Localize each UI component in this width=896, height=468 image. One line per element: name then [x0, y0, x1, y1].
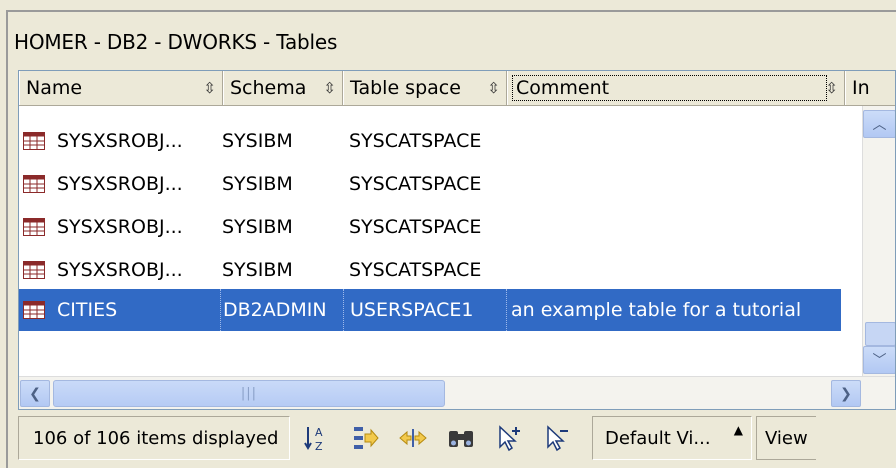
column-header-name[interactable]: Name ⇳	[19, 71, 223, 105]
name-cell: SYSXSROBJ...	[19, 206, 220, 248]
select-add-button[interactable]	[488, 418, 530, 458]
select-add-icon	[499, 425, 520, 452]
table-icon	[23, 218, 45, 236]
column-header-schema[interactable]: Schema ⇳	[223, 71, 343, 105]
tablespace-cell: SYSCATSPACE	[349, 173, 482, 195]
schema-cell: SYSIBM	[222, 259, 293, 281]
column-header-label: Comment	[511, 75, 828, 101]
tablespace-cell: USERSPACE1	[343, 289, 506, 331]
column-header-label: Name	[26, 77, 83, 99]
table-name: SYSXSROBJ...	[57, 130, 183, 152]
scroll-up-button[interactable]: ︿	[863, 110, 895, 138]
table-name: SYSXSROBJ...	[57, 173, 183, 195]
sort-button[interactable]: AZ	[296, 418, 338, 458]
sort-arrows-icon: ⇳	[323, 79, 336, 97]
sort-arrows-icon: ⇳	[487, 79, 500, 97]
schema-cell: SYSIBM	[222, 216, 293, 238]
name-cell: CITIES	[19, 289, 220, 331]
column-header-comment[interactable]: Comment ⇳	[507, 71, 845, 105]
sort-arrows-icon: ⇳	[203, 79, 216, 97]
comment-cell	[506, 120, 841, 162]
table-row[interactable]: SYSXSROBJ... SYSIBM SYSCATSPACE	[19, 120, 841, 162]
table-icon	[23, 132, 45, 150]
vertical-scroll-thumb[interactable]	[865, 322, 895, 346]
view-select-value: Default Vi...	[605, 427, 711, 449]
filter-button[interactable]	[344, 418, 386, 458]
tablespace-cell: SYSCATSPACE	[349, 216, 482, 238]
columns-button[interactable]	[392, 418, 434, 458]
chevron-down-icon: ﹀	[872, 353, 887, 369]
table-row[interactable]: SYSXSROBJ... SYSIBM SYSCATSPACE	[19, 163, 841, 205]
view-button-label: View	[765, 427, 808, 449]
table-name: SYSXSROBJ...	[57, 216, 183, 238]
chevron-right-icon: ❯	[840, 385, 852, 402]
name-cell: SYSXSROBJ...	[19, 163, 220, 205]
chevron-up-icon: ︿	[872, 117, 887, 133]
table-name: SYSXSROBJ...	[57, 259, 183, 281]
view-select[interactable]: Default Vi... ▲	[592, 416, 752, 460]
scroll-right-button[interactable]: ❯	[831, 380, 861, 407]
table-icon	[23, 175, 45, 193]
column-header-row: Name ⇳ Schema ⇳ Table space ⇳ Comment ⇳ …	[19, 71, 895, 106]
chevron-left-icon: ❮	[29, 385, 41, 402]
grip-icon: |||	[240, 386, 258, 401]
triangle-up-icon: ▲	[733, 423, 743, 437]
svg-text:A: A	[315, 426, 323, 439]
column-header-tablespace[interactable]: Table space ⇳	[343, 71, 507, 105]
table-icon	[23, 301, 45, 319]
name-cell: SYSXSROBJ...	[19, 120, 220, 162]
select-remove-button[interactable]	[536, 418, 578, 458]
status-bar: 106 of 106 items displayed AZ Default Vi…	[18, 412, 896, 464]
table-row[interactable]: SYSXSROBJ... SYSIBM SYSCATSPACE	[19, 206, 841, 248]
column-header-in[interactable]: In	[845, 71, 895, 105]
comment-cell: an example table for a tutorial	[506, 289, 841, 331]
vertical-scrollbar[interactable]: ︿ ﹀	[862, 106, 895, 376]
column-header-label: Table space	[350, 77, 461, 99]
schema-cell: SYSIBM	[222, 130, 293, 152]
tablespace-cell: SYSCATSPACE	[349, 259, 482, 281]
table-row-selected[interactable]: CITIES DB2ADMIN USERSPACE1 an example ta…	[19, 289, 841, 331]
comment-cell	[506, 163, 841, 205]
filter-icon	[354, 427, 379, 449]
svg-text:Z: Z	[315, 440, 323, 453]
schema-cell: SYSIBM	[222, 173, 293, 195]
title-bar: HOMER - DB2 - DWORKS - Tables	[6, 12, 896, 72]
window-title: HOMER - DB2 - DWORKS - Tables	[14, 30, 338, 54]
scroll-left-button[interactable]: ❮	[20, 380, 50, 407]
table-icon	[23, 261, 45, 279]
find-icon	[449, 431, 473, 447]
name-cell: SYSXSROBJ...	[19, 249, 220, 291]
tablespace-cell: SYSCATSPACE	[349, 130, 482, 152]
view-button[interactable]: View	[756, 416, 816, 460]
comment-cell	[506, 206, 841, 248]
find-button[interactable]	[440, 418, 482, 458]
horizontal-scrollbar[interactable]: ❮ ||| ❯	[19, 376, 895, 409]
horizontal-scroll-thumb[interactable]: |||	[53, 380, 445, 407]
select-remove-icon	[547, 425, 568, 452]
sort-arrows-icon: ⇳	[825, 79, 838, 97]
scroll-down-button[interactable]: ﹀	[863, 346, 895, 374]
comment-cell	[506, 249, 841, 291]
columns-icon	[399, 429, 427, 447]
table-row[interactable]: SYSXSROBJ... SYSIBM SYSCATSPACE	[19, 249, 841, 291]
items-count: 106 of 106 items displayed	[18, 416, 290, 460]
table-name: CITIES	[57, 299, 118, 321]
column-header-label: Schema	[230, 77, 307, 99]
schema-cell: DB2ADMIN	[220, 289, 343, 331]
sort-az-icon: AZ	[304, 426, 323, 453]
tables-list: Name ⇳ Schema ⇳ Table space ⇳ Comment ⇳ …	[18, 70, 896, 410]
column-header-label: In	[852, 77, 870, 99]
